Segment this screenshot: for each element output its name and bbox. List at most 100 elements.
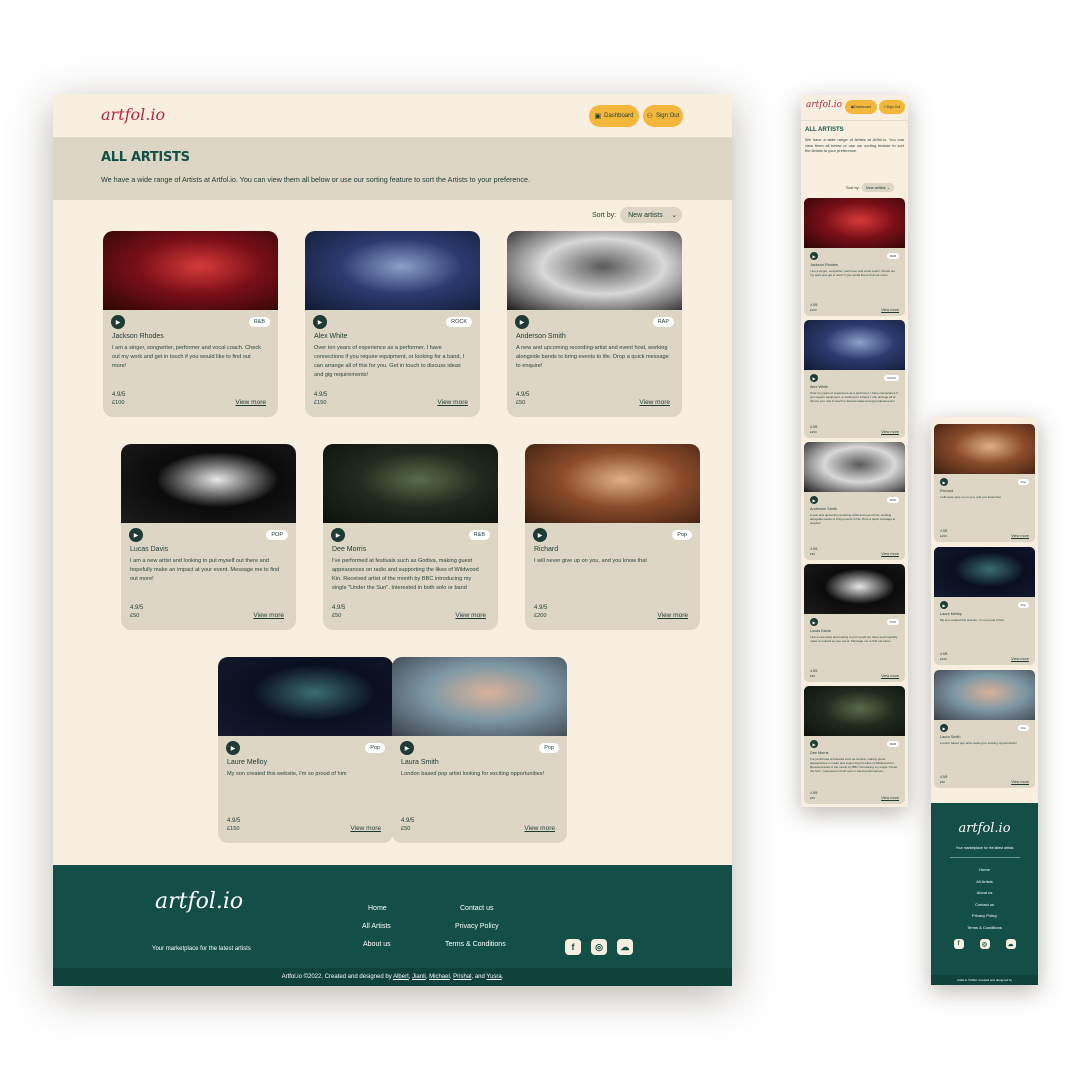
author-link[interactable]: Jianli [412, 974, 426, 980]
play-icon[interactable]: ▶ [111, 315, 125, 329]
mobile-artist-card[interactable]: ▶ Pop Richard I will never give up on you, … [934, 424, 1035, 542]
mobile-artist-card[interactable]: ▶ POP Lucas Davis I am a new artist and loo… [804, 564, 905, 682]
play-icon[interactable]: ▶ [226, 741, 240, 755]
view-more-link[interactable]: View more [524, 825, 555, 832]
mobile-artist-card[interactable]: ▶ R&B Dee Morris I've performed at festival… [804, 686, 905, 804]
dashboard-button[interactable]: ▣ Dashboard [589, 105, 639, 127]
mobile-artist-card[interactable]: ▶ ROCK Alex White Over ten years of experie… [804, 320, 905, 438]
author-link[interactable]: Albert [393, 974, 409, 980]
author-link[interactable]: Michael [429, 974, 450, 980]
mobile-footer-link-contact-us[interactable]: Contact us [931, 899, 1038, 911]
play-icon[interactable]: ▶ [810, 496, 818, 504]
artist-price: £50 [940, 780, 946, 784]
view-more-link[interactable]: View more [639, 399, 670, 406]
view-more-link[interactable]: View more [657, 612, 688, 619]
artist-description: I am a singer, songwriter, performer and… [810, 269, 895, 277]
facebook-icon[interactable]: f [953, 939, 964, 949]
artist-card[interactable]: ▶ Pop Laure Melloy My son created this webs… [218, 657, 393, 843]
sort-select[interactable]: New artists ⌄ [620, 207, 683, 223]
play-icon[interactable]: ▶ [515, 315, 529, 329]
play-icon[interactable]: ▶ [940, 478, 948, 486]
artist-card[interactable]: ▶ Pop Richard I will never give up on you, … [525, 444, 700, 630]
artist-card[interactable]: ▶ R&B Jackson Rhodes I am a singer, songwri… [103, 231, 278, 417]
footer-logo[interactable]: artfol.io [155, 889, 243, 914]
play-icon[interactable]: ▶ [810, 740, 818, 748]
footer-link-privacy-policy[interactable]: Privacy Policy [455, 923, 499, 930]
artist-card[interactable]: ▶ POP Lucas Davis I am a new artist and loo… [121, 444, 296, 630]
copyright-prefix: Artfol.io ©2022. Created and designed by [281, 974, 394, 980]
artist-card[interactable]: ▶ R&B Dee Morris I've performed at festival… [323, 444, 498, 630]
footer-link-all-artists[interactable]: All Artists [362, 923, 391, 930]
artist-rating: 4.9/5 [534, 605, 548, 611]
play-icon[interactable]: ▶ [810, 618, 818, 626]
view-more-link[interactable]: View more [881, 308, 899, 312]
play-icon[interactable]: ▶ [331, 528, 345, 542]
instagram-icon[interactable]: ◎ [979, 939, 990, 949]
mobile-hero-description: We have a wide range of Artists at Artfo… [805, 137, 904, 153]
play-icon[interactable]: ▶ [400, 741, 414, 755]
artist-description: I am a new artist and looking to put mys… [130, 558, 280, 582]
genre-badge: POP [266, 530, 288, 540]
play-icon[interactable]: ▶ [313, 315, 327, 329]
artist-price: £100 [112, 400, 125, 406]
artist-photo [103, 231, 278, 310]
view-more-link[interactable]: View more [235, 399, 266, 406]
view-more-link[interactable]: View more [455, 612, 486, 619]
artist-price: £150 [314, 400, 327, 406]
view-more-link[interactable]: View more [1011, 534, 1029, 538]
view-more-link[interactable]: View more [1011, 657, 1029, 661]
view-more-link[interactable]: View more [350, 825, 381, 832]
artist-price: £50 [810, 674, 816, 678]
artist-card[interactable]: ▶ RAP Anderson Smith A new and upcoming rec… [507, 231, 682, 417]
play-icon[interactable]: ▶ [940, 724, 948, 732]
mobile-footer-link-privacy-policy[interactable]: Privacy Policy [931, 910, 1038, 922]
soundcloud-icon[interactable]: ☁ [617, 939, 633, 955]
artist-description: I am a new artist and looking to put mys… [810, 635, 898, 643]
view-more-link[interactable]: View more [253, 612, 284, 619]
view-more-link[interactable]: View more [881, 552, 899, 556]
author-link[interactable]: Yusra [486, 974, 501, 980]
artist-description: I've performed at festivals such as Godi… [810, 757, 898, 773]
play-icon[interactable]: ▶ [810, 374, 818, 382]
play-icon[interactable]: ▶ [533, 528, 547, 542]
view-more-link[interactable]: View more [1011, 780, 1029, 784]
mobile-artist-card[interactable]: ▶ RAP Anderson Smith A new and upcoming rec… [804, 442, 905, 560]
mobile-footer-link-all-artists[interactable]: All Artists [931, 876, 1038, 888]
author-link[interactable]: Prishal [453, 974, 471, 980]
artist-rating: 4.9/5 [314, 392, 328, 398]
sign-out-button[interactable]: ⚇ Sign Out [643, 105, 683, 127]
mobile-sort-select[interactable]: New artists ⌄ [861, 183, 895, 192]
mobile-footer-link-home[interactable]: Home [931, 864, 1038, 876]
artist-photo [121, 444, 296, 523]
footer-link-home[interactable]: Home [368, 905, 387, 912]
genre-badge: Pop [539, 743, 559, 753]
view-more-link[interactable]: View more [881, 674, 899, 678]
play-icon[interactable]: ▶ [940, 601, 948, 609]
footer-link-contact-us[interactable]: Contact us [460, 905, 493, 912]
artist-photo [804, 198, 905, 248]
footer-link-about-us[interactable]: About us [363, 941, 391, 948]
footer-link-terms[interactable]: Terms & Conditions [445, 941, 506, 948]
mobile-dashboard-button[interactable]: ▣ Dashboard [845, 100, 877, 114]
copyright-text: Artfol.io ©2022. Created and designed by… [281, 974, 504, 980]
view-more-link[interactable]: View more [881, 796, 899, 800]
view-more-link[interactable]: View more [881, 430, 899, 434]
play-icon[interactable]: ▶ [810, 252, 818, 260]
instagram-icon[interactable]: ◎ [591, 939, 607, 955]
play-icon[interactable]: ▶ [129, 528, 143, 542]
mobile-artist-card[interactable]: ▶ Pop Laure Melloy My son created this webs… [934, 547, 1035, 665]
mobile-artist-card[interactable]: ▶ Pop Laura Smith London based pop artist l… [934, 670, 1035, 788]
artist-card[interactable]: ▶ ROCK Alex White Over ten years of experie… [305, 231, 480, 417]
mobile-artist-card[interactable]: ▶ R&B Jackson Rhodes I am a singer, songwri… [804, 198, 905, 316]
view-more-link[interactable]: View more [437, 399, 468, 406]
site-logo[interactable]: artfol.io [101, 105, 165, 124]
mobile-footer-link-terms[interactable]: Terms & Conditions [931, 922, 1038, 934]
soundcloud-icon[interactable]: ☁ [1005, 939, 1016, 949]
artist-card[interactable]: ▶ Pop Laura Smith London based pop artist l… [392, 657, 567, 843]
mobile-footer-logo[interactable]: artfol.io [931, 821, 1038, 836]
mobile-sign-out-button[interactable]: ⚇ Sign Out [879, 100, 905, 114]
facebook-icon[interactable]: f [565, 939, 581, 955]
genre-badge: POP [886, 619, 899, 625]
mobile-footer-link-about-us[interactable]: About us [931, 887, 1038, 899]
mobile-logo[interactable]: artfol.io [806, 100, 842, 110]
